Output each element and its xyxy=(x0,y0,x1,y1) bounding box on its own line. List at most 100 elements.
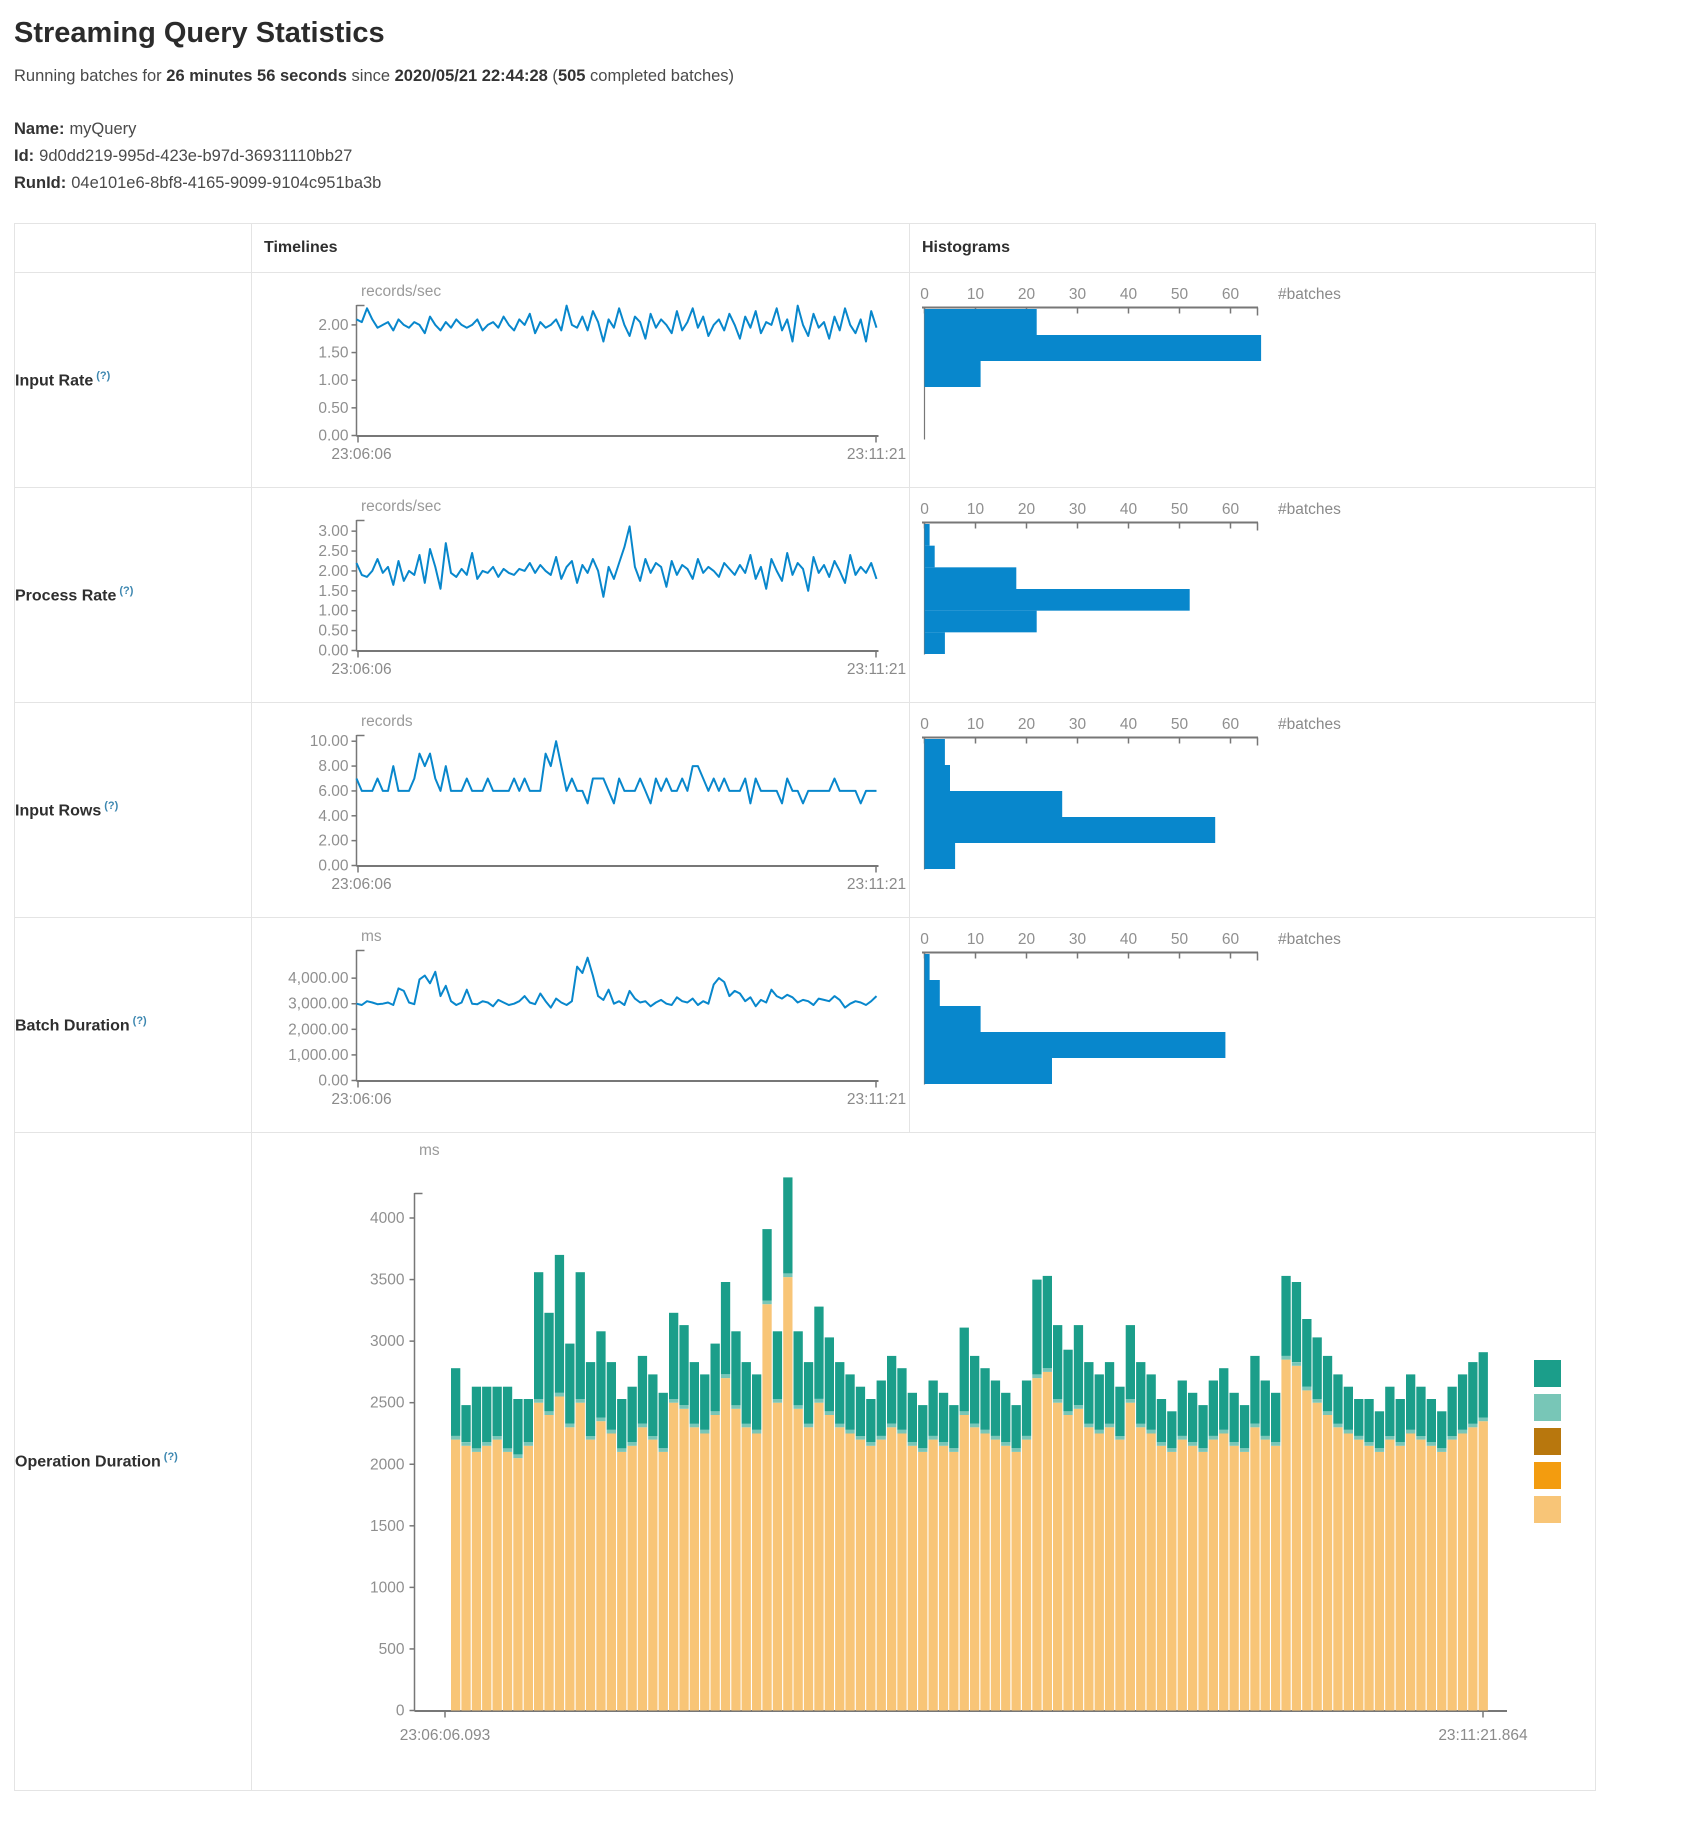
bar-bottom-segment xyxy=(1354,1440,1363,1711)
bar-bottom-segment xyxy=(534,1403,543,1711)
hist-tick-label: 0 xyxy=(920,716,929,733)
bar-middle-segment xyxy=(1053,1399,1062,1403)
bar-bottom-segment xyxy=(814,1403,823,1711)
y-tick-label: 2,000.00 xyxy=(288,1021,349,1038)
bar-middle-segment xyxy=(1458,1430,1467,1434)
histogram-cell: 0102030405060#batches xyxy=(910,488,1596,703)
bar-bottom-segment xyxy=(731,1409,740,1711)
bar-middle-segment xyxy=(960,1411,969,1415)
bar-top-segment xyxy=(1209,1381,1218,1436)
row-label-input-rate: Input Rate(?) xyxy=(15,273,252,488)
histogram-bar xyxy=(925,817,1216,843)
help-icon[interactable]: (?) xyxy=(104,800,118,812)
hist-tick-label: 10 xyxy=(967,286,985,303)
bar-bottom-segment xyxy=(960,1415,969,1711)
histogram-bar xyxy=(925,843,956,869)
unit-label: records/sec xyxy=(361,283,441,300)
help-icon[interactable]: (?) xyxy=(133,1015,147,1027)
bar-middle-segment xyxy=(1001,1442,1010,1446)
bar-middle-segment xyxy=(949,1448,958,1452)
histogram-bar xyxy=(925,309,1037,335)
bar-top-segment xyxy=(1001,1393,1010,1442)
y-tick-label: 1.50 xyxy=(318,345,349,362)
bar-top-segment xyxy=(1458,1374,1467,1429)
bar-middle-segment xyxy=(1136,1424,1145,1428)
hist-tick-label: 30 xyxy=(1069,501,1087,518)
bar-middle-segment xyxy=(991,1436,1000,1440)
bar-middle-segment xyxy=(804,1424,813,1428)
hist-tick-label: 10 xyxy=(967,501,985,518)
y-tick-label: 4000 xyxy=(370,1210,405,1227)
histogram-bar xyxy=(925,1058,1053,1084)
summary-prefix: Running batches for xyxy=(14,67,166,85)
histogram-bar xyxy=(925,791,1063,817)
row-label-text: Input Rate xyxy=(15,372,93,389)
bar-middle-segment xyxy=(1292,1362,1301,1366)
bar-middle-segment xyxy=(794,1405,803,1409)
bar-top-segment xyxy=(991,1381,1000,1436)
unit-label: records/sec xyxy=(361,498,441,515)
bar-top-segment xyxy=(534,1272,543,1399)
hist-tick-label: 50 xyxy=(1171,501,1189,518)
summary-mid: since xyxy=(347,67,395,85)
x-start-label: 23:06:06 xyxy=(331,1091,391,1108)
bar-bottom-segment xyxy=(762,1304,771,1710)
bar-middle-segment xyxy=(1074,1405,1083,1409)
bar-middle-segment xyxy=(1354,1436,1363,1440)
bar-middle-segment xyxy=(970,1424,979,1428)
hist-tick-label: 20 xyxy=(1018,931,1036,948)
y-tick-label: 1.50 xyxy=(318,583,349,600)
y-tick-label: 3500 xyxy=(370,1272,405,1289)
bar-bottom-segment xyxy=(1323,1415,1332,1711)
bar-bottom-segment xyxy=(939,1446,948,1711)
bar-middle-segment xyxy=(711,1411,720,1415)
bar-bottom-segment xyxy=(970,1427,979,1710)
bar-top-segment xyxy=(1354,1399,1363,1436)
column-header-histograms: Histograms xyxy=(910,224,1596,273)
histogram-cell: 0102030405060#batches xyxy=(910,703,1596,918)
summary-batch-count: 505 xyxy=(558,67,586,85)
process-rate-timeline-chart: records/sec3.002.502.001.501.000.500.002… xyxy=(252,488,909,702)
bar-middle-segment xyxy=(461,1442,470,1446)
y-tick-label: 2.50 xyxy=(318,543,349,560)
row-label-text: Process Rate xyxy=(15,587,116,604)
bar-bottom-segment xyxy=(1271,1446,1280,1711)
y-tick-label: 2000 xyxy=(370,1456,405,1473)
bar-bottom-segment xyxy=(1136,1427,1145,1710)
row-label-text: Batch Duration xyxy=(15,1017,130,1034)
bar-bottom-segment xyxy=(877,1440,886,1711)
help-icon[interactable]: (?) xyxy=(164,1451,178,1463)
bar-bottom-segment xyxy=(1032,1378,1041,1710)
input-rate-row: Input Rate(?) records/sec2.001.501.000.5… xyxy=(15,273,1596,488)
bar-top-segment xyxy=(461,1405,470,1442)
bar-top-segment xyxy=(1115,1387,1124,1436)
bar-bottom-segment xyxy=(773,1403,782,1711)
hist-tick-label: 30 xyxy=(1069,286,1087,303)
y-tick-label: 2.00 xyxy=(318,833,349,850)
bar-middle-segment xyxy=(1012,1448,1021,1452)
bar-bottom-segment xyxy=(721,1378,730,1710)
bar-middle-segment xyxy=(835,1424,844,1428)
bar-middle-segment xyxy=(669,1399,678,1403)
bar-middle-segment xyxy=(544,1411,553,1415)
histogram-bars xyxy=(925,739,1216,869)
help-icon[interactable]: (?) xyxy=(96,370,110,382)
y-tick-label: 1500 xyxy=(370,1518,405,1535)
bar-middle-segment xyxy=(659,1448,668,1452)
bar-top-segment xyxy=(1364,1399,1373,1442)
hist-tick-label: 20 xyxy=(1018,286,1036,303)
bar-top-segment xyxy=(1157,1399,1166,1442)
help-icon[interactable]: (?) xyxy=(119,585,133,597)
bar-top-segment xyxy=(503,1387,512,1449)
bar-bottom-segment xyxy=(648,1440,657,1711)
bar-middle-segment xyxy=(918,1448,927,1452)
unit-label: records xyxy=(361,713,413,730)
bar-bottom-segment xyxy=(1022,1440,1031,1711)
row-label-batch-duration: Batch Duration(?) xyxy=(15,918,252,1133)
input-rows-row: Input Rows(?) records10.008.006.004.002.… xyxy=(15,703,1596,918)
bar-middle-segment xyxy=(1105,1424,1114,1428)
bar-bottom-segment xyxy=(1147,1434,1156,1711)
bar-bottom-segment xyxy=(1344,1434,1353,1711)
bar-top-segment xyxy=(1105,1362,1114,1424)
bar-middle-segment xyxy=(752,1430,761,1434)
